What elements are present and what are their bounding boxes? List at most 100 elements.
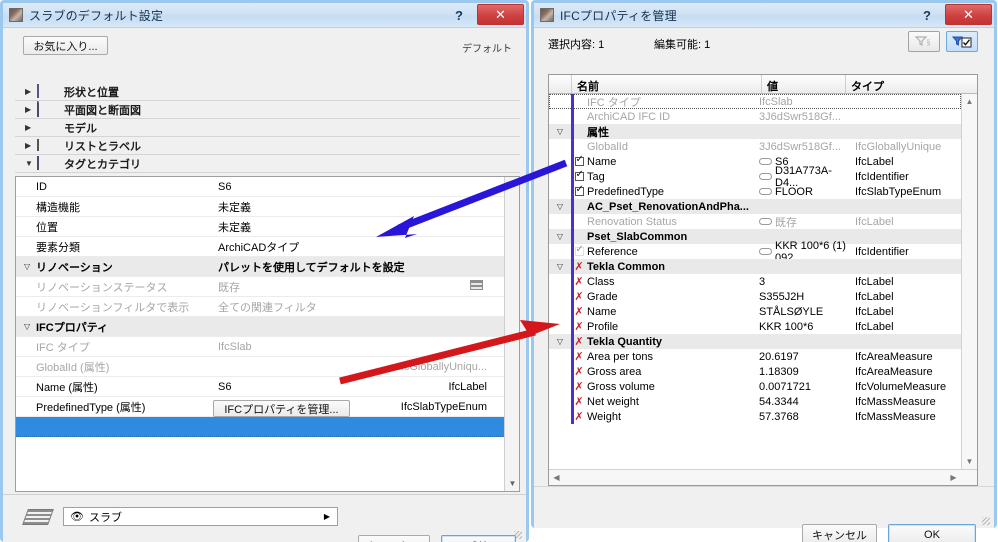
manage-ifc-properties-button[interactable]: IFCプロパティを管理... (213, 400, 350, 417)
filter-checked-icon[interactable] (946, 31, 978, 52)
cancel-button[interactable]: キャンセル (802, 524, 877, 542)
table-row[interactable]: IFC タイプ IfcSlab (549, 94, 961, 109)
layer-combo[interactable]: 👁 スラブ ▶ (63, 507, 338, 526)
table-group-row[interactable]: ▽ Pset_SlabCommon (549, 229, 961, 244)
table-row[interactable]: ReferenceKKR 100*6 (1) 092...IfcIdentifi… (549, 240, 961, 264)
sidebar-item-shape-position[interactable]: ▶ 形状と位置 (15, 83, 520, 101)
chevron-down-icon[interactable]: ▽ (24, 322, 36, 331)
table-row[interactable]: Renovation Status 既存 IfcLabel (549, 214, 961, 229)
property-row[interactable]: IFC タイプ IfcSlab (16, 337, 505, 357)
table-row[interactable]: GlobalId 3J6dSwr518Gf... IfcGloballyUnique (549, 139, 961, 154)
row-type: IfcLabel (855, 275, 894, 288)
row-value[interactable]: S355J2H (759, 291, 855, 303)
help-button[interactable]: ? (916, 5, 938, 25)
chevron-down-icon[interactable]: ▽ (549, 202, 571, 211)
row-name: IFC タイプ (587, 96, 641, 109)
table-horizontal-scrollbar[interactable]: ◀ ▶ (549, 469, 977, 485)
scroll-left-icon[interactable]: ◀ (549, 470, 564, 485)
chevron-down-icon[interactable]: ▽ (549, 232, 571, 241)
chevron-down-icon[interactable]: ▽ (549, 337, 571, 346)
sidebar-item-label: タグとカテゴリ (64, 158, 141, 171)
table-row[interactable]: TagD31A773A-D4...IfcIdentifier (549, 165, 961, 189)
row-value[interactable]: KKR 100*6 (759, 321, 855, 333)
palette-icon[interactable] (470, 280, 483, 290)
table-row[interactable]: ✗ Name STÅLSØYLE IfcLabel (549, 304, 961, 319)
table-row[interactable]: ✗ Gross area 1.18309 IfcAreaMeasure (549, 364, 961, 379)
property-list-pane: ID S6 構造機能 未定義 位置 未定義 要素分類 ArchiCADタイプ ▽ リノベーションパ… (15, 176, 520, 492)
table-row[interactable]: ✗ Weight 57.3768 IfcMassMeasure (549, 409, 961, 424)
help-button[interactable]: ? (448, 5, 470, 25)
property-scrollbar[interactable]: ▲ ▼ (504, 177, 519, 491)
cancel-button[interactable]: キャンセル (358, 535, 430, 542)
table-row[interactable]: ✗ Class 3 IfcLabel (549, 274, 961, 289)
close-button[interactable]: ✕ (477, 4, 524, 25)
table-row[interactable]: ✗ Grade S355J2H IfcLabel (549, 289, 961, 304)
table-group-row[interactable]: ▽ AC_Pset_RenovationAndPha... (549, 199, 961, 214)
close-button[interactable]: ✕ (945, 4, 992, 25)
row-value[interactable]: 既存 (759, 214, 855, 230)
column-header-name[interactable]: 名前 (577, 78, 599, 94)
table-group-row[interactable]: ▽ ✗ Tekla Common (549, 259, 961, 274)
row-value[interactable]: 54.3344 (759, 396, 855, 408)
property-value[interactable]: IfcSlab (218, 341, 408, 353)
row-value[interactable]: STÅLSØYLE (759, 306, 855, 318)
table-group-row[interactable]: ▽ 属性 (549, 124, 961, 139)
row-value[interactable]: 57.3768 (759, 411, 855, 423)
property-row[interactable]: リノベーションステータス 既存 (16, 277, 505, 297)
property-row[interactable]: ▽ リノベーション パレットを使用してデフォルトを設定 (16, 257, 505, 277)
property-row[interactable]: Name (属性) S6 IfcLabel (16, 377, 505, 397)
scroll-down-icon[interactable]: ▼ (505, 476, 519, 491)
property-value[interactable]: 既存 (218, 279, 408, 295)
row-value[interactable]: IfcSlab (759, 96, 855, 108)
resize-grip[interactable] (982, 517, 990, 525)
table-row[interactable]: ✗ Area per tons 20.6197 IfcAreaMeasure (549, 349, 961, 364)
property-row[interactable]: リノベーションフィルタで表示 全ての関連フィルタ (16, 297, 505, 317)
row-value[interactable]: FLOOR (759, 186, 855, 198)
filter-sort-icon[interactable]: § (908, 31, 940, 52)
row-value[interactable]: 1.18309 (759, 366, 855, 378)
table-vertical-scrollbar[interactable]: ▲ ▼ (961, 94, 977, 469)
favorites-button[interactable]: お気に入り... (23, 36, 108, 55)
property-row[interactable]: 要素分類 ArchiCADタイプ (16, 237, 505, 257)
chevron-down-icon[interactable]: ▽ (549, 262, 571, 271)
property-row[interactable]: GlobalId (属性) IfcGloballyUniqu... (16, 357, 505, 377)
scroll-up-icon[interactable]: ▲ (505, 177, 519, 192)
property-value[interactable]: S6 (218, 181, 408, 193)
property-value[interactable]: S6 (218, 381, 408, 393)
scroll-down-icon[interactable]: ▼ (962, 454, 977, 469)
property-value[interactable]: 全ての関連フィルタ (218, 299, 408, 315)
row-value[interactable]: 3J6dSwr518Gf... (759, 141, 855, 153)
sidebar-item-list-label[interactable]: ▶ リストとラベル (15, 137, 520, 155)
property-value[interactable]: パレットを使用してデフォルトを設定 (218, 259, 408, 275)
ok-button[interactable]: OK (888, 524, 976, 542)
chevron-down-icon[interactable]: ▽ (24, 262, 36, 271)
table-row[interactable]: ✗ Gross volume 0.0071721 IfcVolumeMeasure (549, 379, 961, 394)
table-row[interactable]: ✗ Profile KKR 100*6 IfcLabel (549, 319, 961, 334)
row-value[interactable]: 3J6dSwr518Gf... (759, 111, 855, 123)
property-row[interactable]: 構造機能 未定義 (16, 197, 505, 217)
property-value[interactable]: 未定義 (218, 219, 408, 235)
ok-button[interactable]: OK (441, 535, 516, 542)
property-row[interactable]: ▽ IFCプロパティ (16, 317, 505, 337)
scroll-up-icon[interactable]: ▲ (962, 94, 977, 109)
table-row[interactable]: ArchiCAD IFC ID 3J6dSwr518Gf... (549, 109, 961, 124)
property-row[interactable]: 位置 未定義 (16, 217, 505, 237)
property-value[interactable]: 未定義 (218, 199, 408, 215)
chevron-down-icon[interactable]: ▽ (549, 127, 571, 136)
scroll-right-icon[interactable]: ▶ (946, 470, 961, 485)
row-value[interactable]: 3 (759, 276, 855, 288)
column-header-type[interactable]: タイプ (851, 78, 884, 94)
property-row[interactable]: ID S6 (16, 177, 505, 197)
table-row[interactable]: PredefinedType FLOOR IfcSlabTypeEnum (549, 184, 961, 199)
sidebar-item-plan-section[interactable]: ▶ 平面図と断面図 (15, 100, 520, 119)
row-value[interactable]: 20.6197 (759, 351, 855, 363)
row-value[interactable]: 0.0071721 (759, 381, 855, 393)
table-row[interactable]: NameS6IfcLabel (549, 154, 961, 169)
sidebar-item-tag-category[interactable]: ▼ タグとカテゴリ (15, 155, 520, 173)
property-value[interactable]: ArchiCADタイプ (218, 239, 408, 255)
table-row[interactable]: ✗ Net weight 54.3344 IfcMassMeasure (549, 394, 961, 409)
table-group-row[interactable]: ▽ ✗ Tekla Quantity (549, 334, 961, 349)
column-header-value[interactable]: 値 (767, 78, 778, 94)
selected-property-row[interactable] (16, 417, 505, 437)
sidebar-item-model[interactable]: ▶ モデル (15, 119, 520, 137)
